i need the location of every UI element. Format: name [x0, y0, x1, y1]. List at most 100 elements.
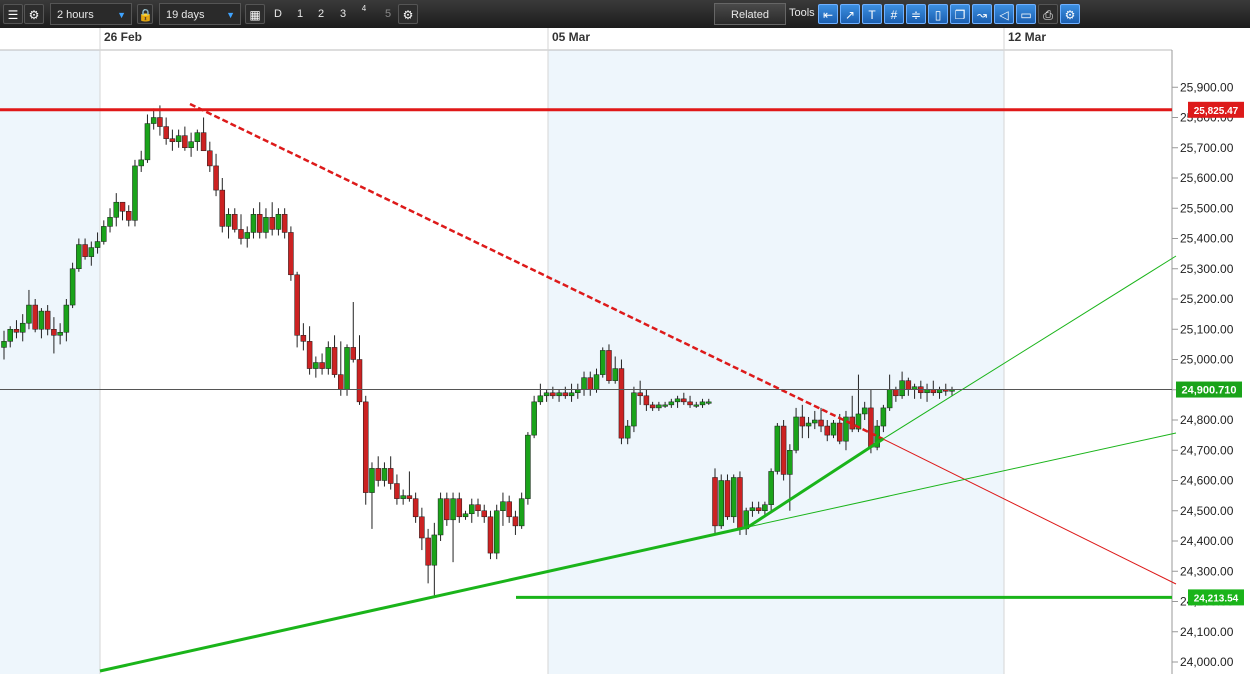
trendline-icon[interactable]: ↗ — [840, 4, 860, 24]
candle-body-down — [836, 422, 843, 442]
candle-body-down — [338, 374, 344, 390]
fibonacci-icon[interactable]: ≑ — [906, 4, 926, 24]
price-chart[interactable]: 26 Feb 05 Mar 12 Mar 25,900.0025,800.002… — [0, 28, 1250, 674]
candle — [774, 423, 781, 475]
candle-body-up — [400, 495, 406, 499]
candle-body-down — [425, 537, 431, 566]
candle-body-down — [606, 350, 612, 381]
tag-icon[interactable]: ◁ — [994, 4, 1014, 24]
candle-body-up — [94, 241, 101, 248]
candle-body-down — [562, 392, 569, 397]
candle-body-down — [375, 468, 381, 481]
candle-body-down — [306, 341, 313, 369]
candle-body-up — [469, 504, 475, 515]
candle-body-up — [575, 389, 581, 394]
candle-body-down — [724, 480, 731, 518]
settings-wrench-icon[interactable]: ⚙ — [1060, 4, 1080, 24]
candle — [487, 510, 494, 560]
print-icon[interactable]: ⎙ — [1038, 4, 1058, 24]
grid-icon[interactable]: # — [884, 4, 904, 24]
fan-icon[interactable]: ↝ — [972, 4, 992, 24]
candle-body-down — [82, 244, 88, 257]
chevron-down-icon: ▼ — [226, 10, 235, 20]
price-tick-label: 24,400.00 — [1180, 534, 1234, 548]
settings-icon[interactable]: ⚙ — [398, 4, 418, 24]
candle-body-up — [493, 510, 500, 554]
chevron-down-icon: ▼ — [117, 10, 126, 20]
candle-body-down — [319, 362, 325, 369]
candle-body-down — [755, 507, 762, 512]
support-price-badge: 24,213.54 — [1188, 589, 1244, 606]
candle-body-down — [893, 389, 899, 397]
candle — [718, 474, 724, 529]
candle-body-up — [593, 374, 600, 390]
candle-body-up — [599, 350, 606, 375]
candle-body-down — [512, 516, 519, 527]
candle-icon[interactable]: ▯ — [928, 4, 948, 24]
resistance-price-text: 25,825.47 — [1194, 106, 1239, 117]
price-tick-label: 25,500.00 — [1180, 201, 1234, 215]
candle — [780, 420, 787, 481]
candle-body-down — [356, 359, 363, 403]
candle-body-down — [13, 329, 20, 333]
candle-body-down — [163, 126, 169, 139]
candle-body-down — [637, 392, 643, 397]
candle-body-down — [32, 304, 38, 330]
candle-body-up — [793, 416, 799, 451]
menu-icon[interactable]: ☰ — [3, 4, 23, 24]
interval-value: 2 hours — [57, 9, 94, 21]
candle-body-up — [936, 389, 943, 394]
support-price-text: 24,213.54 — [1194, 593, 1239, 604]
candle-body-up — [880, 407, 887, 427]
candle-body-down — [200, 132, 207, 152]
gear-icon[interactable]: ⚙ — [24, 4, 44, 24]
period-button-4[interactable]: 4 — [354, 3, 374, 25]
candle-body-down — [350, 347, 357, 360]
date-label-26feb: 26 Feb — [104, 30, 142, 44]
candle-body-down — [207, 150, 213, 167]
price-tick-label: 25,400.00 — [1180, 232, 1234, 246]
arrow-left-icon[interactable]: ⇤ — [818, 4, 838, 24]
lock-icon[interactable]: 🔒 — [137, 4, 153, 24]
candle-body-up — [1, 341, 7, 348]
price-tick-label: 25,100.00 — [1180, 322, 1234, 336]
candle-body-down — [687, 401, 693, 406]
candle-body-down — [281, 214, 288, 233]
candle-body-down — [456, 498, 463, 518]
candle-body-down — [44, 310, 51, 330]
candle-body-up — [369, 468, 375, 493]
candle-body-up — [250, 214, 257, 233]
candle-body-down — [475, 504, 481, 512]
candle-body-down — [905, 380, 912, 390]
candle-body-up — [225, 214, 232, 227]
price-tick-label: 24,500.00 — [1180, 504, 1234, 518]
candle-body-down — [412, 498, 419, 518]
period-button-5[interactable]: 5 — [378, 3, 398, 25]
period-button-1[interactable]: 1 — [290, 3, 310, 25]
candle — [69, 262, 76, 309]
period-button-3[interactable]: 3 — [333, 3, 353, 25]
candle-body-down — [238, 229, 244, 239]
candle-body-down — [157, 117, 163, 127]
candle — [362, 395, 369, 505]
candle-body-up — [132, 165, 138, 221]
related-button[interactable]: Related — [714, 3, 786, 25]
candle — [768, 468, 774, 511]
interval-select[interactable]: 2 hours ▼ — [50, 3, 132, 25]
rectangle-icon[interactable]: ▭ — [1016, 4, 1036, 24]
period-button-d[interactable]: D — [268, 3, 288, 25]
candle-body-down — [712, 477, 718, 527]
candle — [525, 432, 531, 505]
windows-icon[interactable]: ❐ — [950, 4, 970, 24]
calendar-icon[interactable]: ▦ — [245, 4, 265, 24]
candle-body-up — [275, 214, 282, 230]
range-select[interactable]: 19 days ▼ — [159, 3, 241, 25]
candle — [712, 468, 718, 535]
candle-body-up — [450, 498, 456, 521]
candle-body-up — [107, 217, 113, 227]
text-icon[interactable]: T — [862, 4, 882, 24]
period-button-2[interactable]: 2 — [311, 3, 331, 25]
price-tick-label: 25,700.00 — [1180, 141, 1234, 155]
candle-body-up — [76, 244, 82, 270]
current-price-text: 24,900.710 — [1181, 385, 1236, 397]
